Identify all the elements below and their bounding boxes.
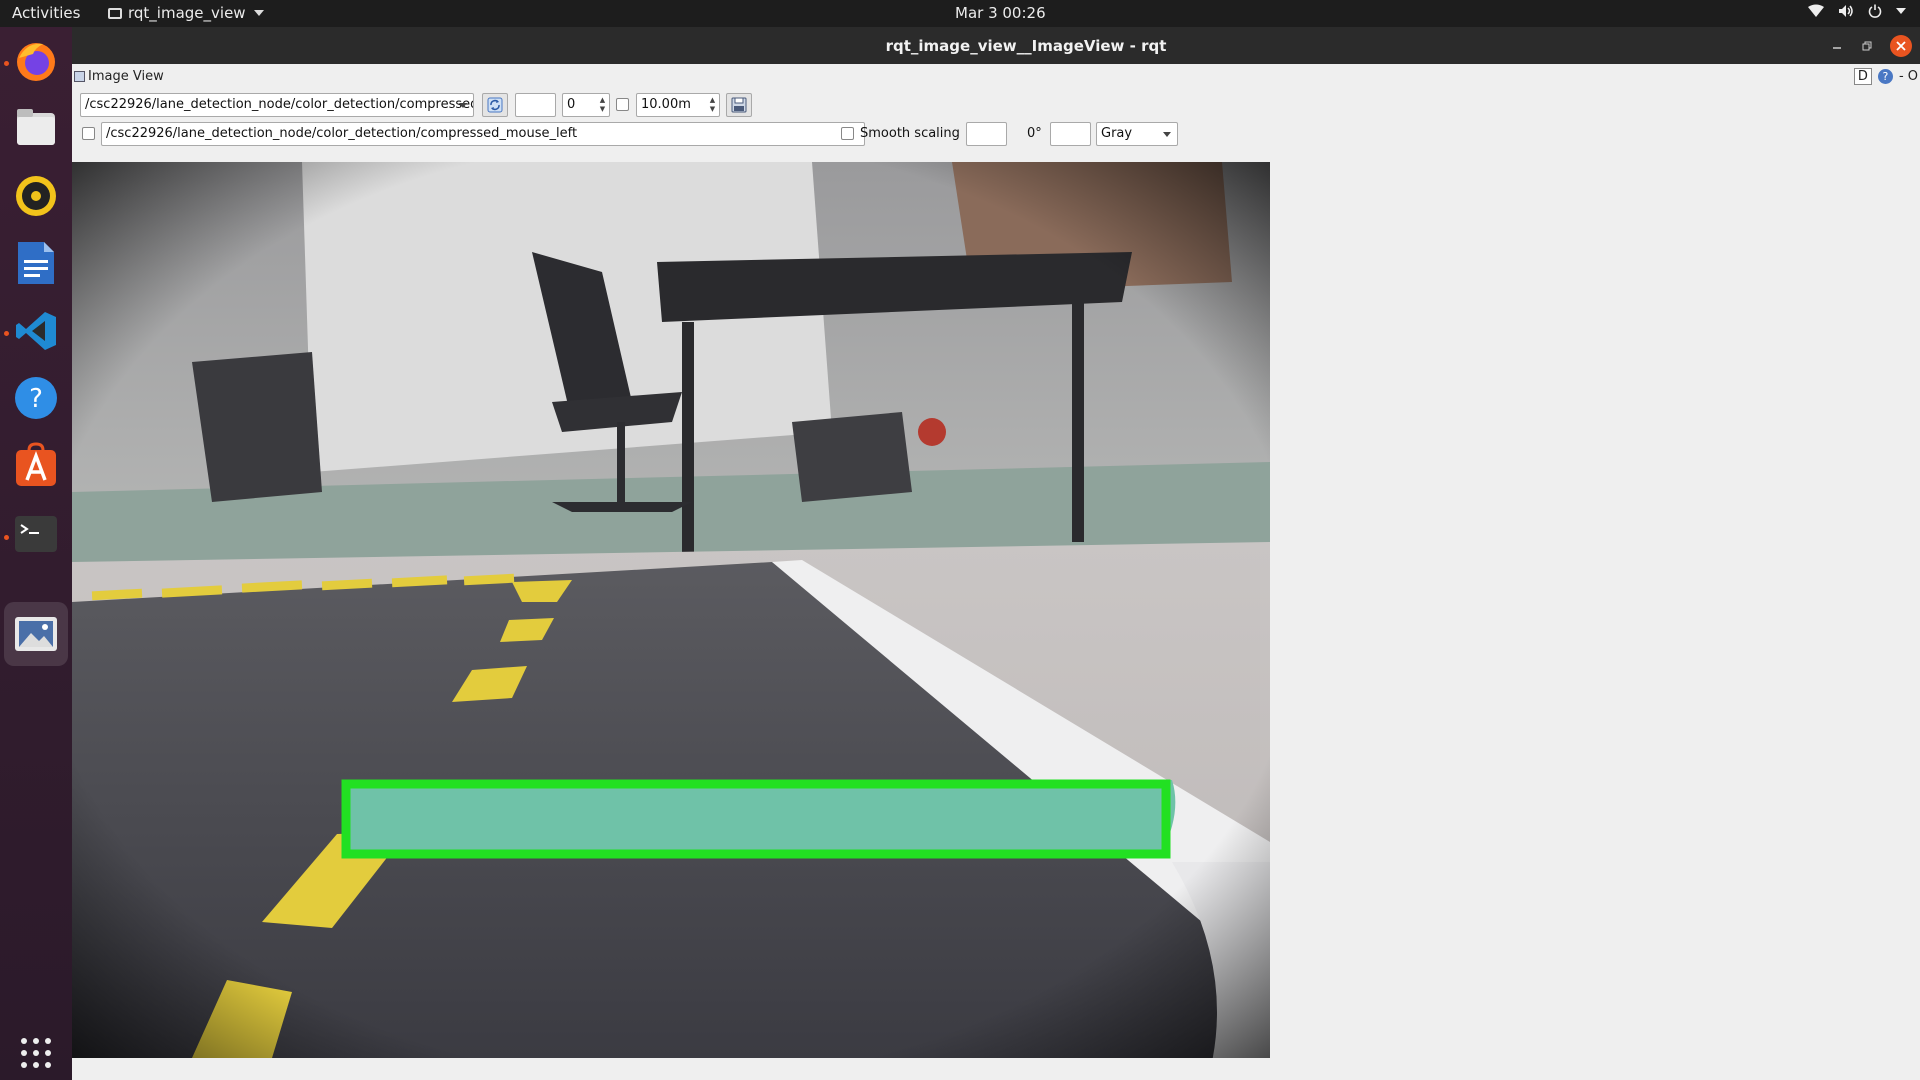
running-indicator bbox=[4, 61, 9, 66]
topic-combobox[interactable]: /csc22926/lane_detection_node/color_dete… bbox=[80, 93, 474, 117]
app-menu-label: rqt_image_view bbox=[128, 4, 246, 22]
show-apps-icon[interactable] bbox=[12, 1029, 60, 1077]
minimize-button[interactable] bbox=[1826, 35, 1848, 57]
help-icon[interactable]: ? bbox=[1877, 69, 1893, 84]
files-icon[interactable] bbox=[12, 104, 60, 152]
camera-image-view[interactable] bbox=[72, 162, 1270, 1058]
running-indicator bbox=[4, 535, 9, 540]
topic-combobox-value: /csc22926/lane_detection_node/color_dete… bbox=[85, 97, 474, 112]
chevron-down-icon bbox=[1896, 8, 1906, 14]
spin-box-value: 0 bbox=[567, 97, 576, 112]
terminal-icon[interactable] bbox=[12, 510, 60, 558]
vscode-icon[interactable] bbox=[12, 307, 60, 355]
firefox-icon[interactable] bbox=[12, 37, 60, 85]
wifi-icon bbox=[1808, 4, 1824, 17]
refresh-icon bbox=[487, 97, 503, 113]
app-center-icon[interactable] bbox=[12, 441, 60, 489]
refresh-topics-button[interactable] bbox=[482, 93, 508, 117]
system-tray[interactable] bbox=[1808, 4, 1906, 18]
smooth-scaling-checkbox[interactable] bbox=[841, 127, 854, 140]
dock: ? bbox=[0, 27, 72, 1080]
restore-icon bbox=[1862, 41, 1872, 51]
blank-field-2[interactable] bbox=[966, 122, 1007, 146]
spin-box[interactable]: 0 ▲ ▼ bbox=[562, 93, 610, 117]
chevron-down-icon bbox=[1163, 132, 1171, 137]
restore-button[interactable] bbox=[1856, 35, 1878, 57]
plugin-icon bbox=[74, 71, 85, 82]
power-icon bbox=[1868, 4, 1882, 18]
rhythmbox-icon[interactable] bbox=[12, 172, 60, 220]
color-scheme-combobox[interactable]: Gray bbox=[1096, 122, 1178, 146]
chevron-down-icon bbox=[253, 10, 264, 16]
plugin-title: Image View bbox=[74, 69, 164, 84]
close-button[interactable] bbox=[1890, 35, 1912, 57]
plugin-controls: D ? - O bbox=[1853, 68, 1918, 85]
duration-field[interactable]: 10.00m ▲ ▼ bbox=[636, 93, 720, 117]
running-indicator bbox=[4, 331, 9, 336]
duration-checkbox[interactable] bbox=[616, 98, 629, 111]
smooth-scaling-label: Smooth scaling bbox=[860, 126, 960, 141]
activities-button[interactable]: Activities bbox=[12, 4, 80, 22]
help-icon[interactable]: ? bbox=[12, 374, 60, 422]
save-icon bbox=[731, 97, 747, 113]
plugin-title-label: Image View bbox=[88, 69, 164, 84]
mouse-publish-checkbox[interactable] bbox=[82, 127, 95, 140]
mouse-topic-field[interactable]: /csc22926/lane_detection_node/color_dete… bbox=[101, 122, 865, 146]
duration-value: 10.00m bbox=[641, 97, 691, 112]
color-scheme-value: Gray bbox=[1101, 126, 1133, 141]
rotation-label: 0° bbox=[1027, 126, 1042, 141]
window-icon bbox=[108, 7, 122, 19]
window-titlebar[interactable]: rqt_image_view__ImageView - rqt bbox=[72, 27, 1920, 64]
spin-arrows-icon[interactable]: ▲ ▼ bbox=[708, 96, 717, 114]
libreoffice-writer-icon[interactable] bbox=[12, 239, 60, 287]
window-title: rqt_image_view__ImageView - rqt bbox=[885, 37, 1167, 55]
top-bar: Activities rqt_image_view Mar 3 00:26 bbox=[0, 0, 1920, 27]
volume-icon bbox=[1839, 5, 1853, 17]
image-viewer-icon[interactable] bbox=[12, 610, 60, 658]
mouse-topic-value: /csc22926/lane_detection_node/color_dete… bbox=[106, 126, 578, 141]
blank-field-3[interactable] bbox=[1050, 122, 1091, 146]
app-menu[interactable]: rqt_image_view bbox=[108, 4, 264, 22]
chevron-down-icon bbox=[459, 103, 467, 108]
svg-text:?: ? bbox=[29, 384, 43, 414]
close-icon bbox=[1896, 41, 1906, 51]
minimize-icon bbox=[1833, 47, 1841, 49]
rqt-window-content: Image View D ? - O /csc22926/lane_detect… bbox=[72, 64, 1920, 1080]
blank-field-1[interactable] bbox=[515, 93, 556, 117]
dock-plugin-button[interactable]: D bbox=[1853, 68, 1872, 85]
plugin-extra-controls[interactable]: - O bbox=[1899, 69, 1918, 84]
camera-frame bbox=[72, 162, 1270, 1058]
spin-arrows-icon[interactable]: ▲ ▼ bbox=[598, 96, 607, 114]
save-image-button[interactable] bbox=[726, 93, 752, 117]
clock[interactable]: Mar 3 00:26 bbox=[955, 4, 1046, 22]
